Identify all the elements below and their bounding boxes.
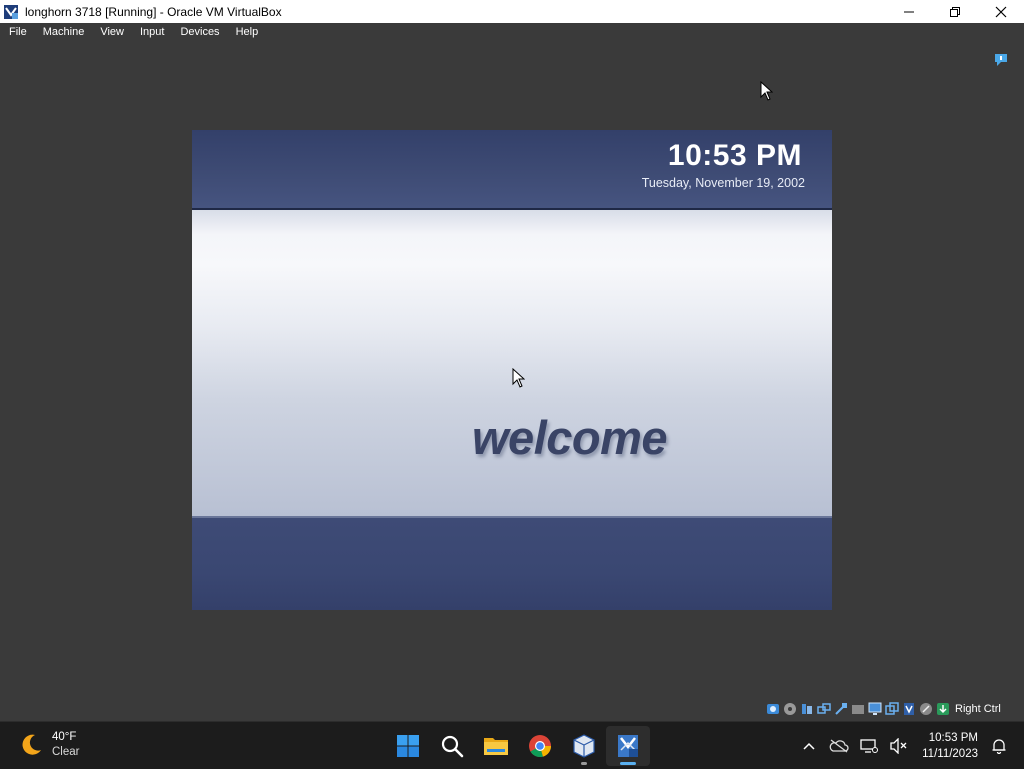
notification-button[interactable] [984, 731, 1014, 761]
guest-clock: 10:53 PM [667, 139, 802, 172]
welcome-text: welcome [472, 411, 668, 464]
menu-bar: File Machine View Input Devices Help [0, 23, 1024, 41]
recording-icon[interactable] [885, 702, 899, 716]
clock-date: 11/11/2023 [922, 747, 978, 760]
taskbar: 40°F Clear 10:53 PM 11/11/2023 [0, 721, 1024, 769]
message-notification-icon[interactable] [994, 53, 1008, 67]
file-explorer-button[interactable] [474, 726, 518, 766]
menu-view[interactable]: View [91, 26, 131, 38]
file-explorer-icon [484, 738, 508, 755]
weather-condition: Clear [52, 746, 80, 758]
close-button[interactable] [978, 0, 1024, 23]
search-icon [441, 735, 464, 758]
display-icon[interactable] [868, 702, 882, 716]
volume-button[interactable] [884, 731, 914, 761]
virtualbox-app-icon [4, 4, 18, 19]
menu-help[interactable]: Help [227, 26, 266, 38]
active-indicator [620, 762, 636, 765]
vbox-status-bar: Right Ctrl [766, 700, 1001, 718]
virtualization-icon[interactable] [902, 702, 916, 716]
search-button[interactable] [430, 726, 474, 766]
menu-input[interactable]: Input [131, 26, 171, 38]
usb-icon[interactable] [834, 702, 848, 716]
start-button[interactable] [386, 726, 430, 766]
close-icon [995, 6, 1007, 17]
host-mouse-cursor-icon [760, 81, 773, 101]
chrome-icon [529, 735, 551, 758]
optical-drive-icon[interactable] [783, 702, 797, 716]
host-key-label[interactable]: Right Ctrl [955, 703, 1001, 715]
window-title: longhorn 3718 [Running] - Oracle VM Virt… [25, 4, 282, 19]
virtualbox-vm-icon [618, 735, 638, 757]
audio-icon[interactable] [800, 702, 814, 716]
minimize-button[interactable] [886, 0, 932, 23]
shared-folders-icon[interactable] [851, 702, 865, 716]
vm-screen[interactable]: 10:53 PM Tuesday, November 19, 2002 welc… [192, 130, 832, 610]
onedrive-button[interactable] [824, 731, 854, 761]
keyboard-icon[interactable] [936, 702, 950, 716]
guest-mouse-cursor-icon [512, 368, 525, 388]
weather-widget[interactable]: 40°F Clear [18, 730, 79, 760]
network-status-button[interactable] [854, 731, 884, 761]
menu-devices[interactable]: Devices [171, 26, 226, 38]
menu-file[interactable]: File [0, 26, 34, 38]
virtualbox-icon [573, 734, 595, 758]
chevron-up-icon [803, 742, 815, 750]
window-title-bar: longhorn 3718 [Running] - Oracle VM Virt… [0, 0, 1024, 23]
system-tray: 10:53 PM 11/11/2023 [794, 722, 1024, 769]
mouse-integration-icon[interactable] [919, 702, 933, 716]
network-icon [860, 738, 879, 753]
network-icon[interactable] [817, 702, 831, 716]
guest-date: Tuesday, November 19, 2002 [641, 176, 805, 190]
taskbar-clock[interactable]: 10:53 PM 11/11/2023 [922, 730, 978, 762]
onedrive-icon [829, 738, 849, 753]
start-icon [397, 735, 419, 757]
vm-welcome-panel: welcome [192, 210, 832, 516]
virtualbox-vm-button[interactable] [606, 726, 650, 766]
maximize-button[interactable] [932, 0, 978, 23]
volume-muted-icon [890, 737, 907, 754]
chrome-button[interactable] [518, 726, 562, 766]
minimize-icon [904, 11, 914, 12]
vm-bottom-band [192, 518, 832, 610]
notification-bell-icon [992, 738, 1006, 754]
clock-time: 10:53 PM [928, 731, 978, 744]
moon-icon [22, 734, 41, 755]
hard-disk-icon[interactable] [766, 702, 780, 716]
weather-temp: 40°F [52, 731, 77, 743]
virtualbox-manager-button[interactable] [562, 726, 606, 766]
menu-machine[interactable]: Machine [34, 26, 92, 38]
show-hidden-icons-button[interactable] [794, 731, 824, 761]
restore-icon [950, 6, 960, 17]
running-indicator [581, 762, 587, 765]
vm-top-band: 10:53 PM Tuesday, November 19, 2002 [192, 130, 832, 208]
